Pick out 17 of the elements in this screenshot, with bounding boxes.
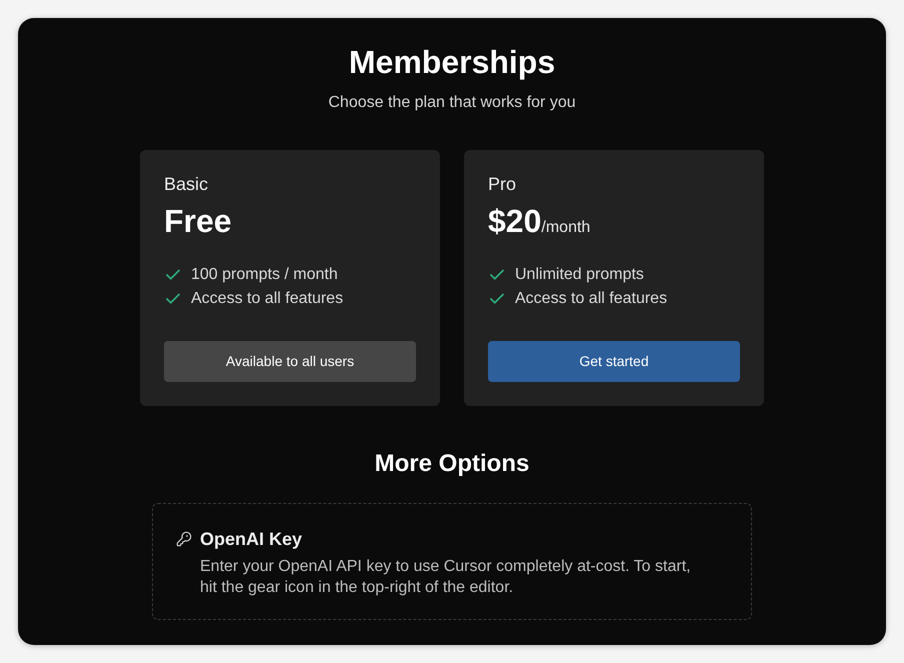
price-period: /month [541,218,590,238]
feature-text: 100 prompts / month [191,265,338,285]
option-title: OpenAI Key [200,528,302,551]
plan-name: Basic [164,173,208,196]
plan-price: Free [164,202,232,241]
key-icon [176,531,192,547]
feature-text: Access to all features [515,289,668,309]
option-description: Enter your OpenAI API key to use Cursor completely at-cost. To start, hit the gear icon in the top-right of the editor. [200,557,692,598]
page-subtitle: Choose the plan that works for you [328,93,576,113]
plan-price: $20 [488,202,542,241]
page-title: Memberships [348,43,556,82]
feature-text: Access to all features [191,289,344,309]
feature-text: Unlimited prompts [515,265,644,285]
plan-button[interactable]: Get started [488,341,740,382]
plan-name: Pro [488,173,516,196]
section-title: More Options [374,449,530,479]
plan-button[interactable]: Available to all users [164,341,416,382]
